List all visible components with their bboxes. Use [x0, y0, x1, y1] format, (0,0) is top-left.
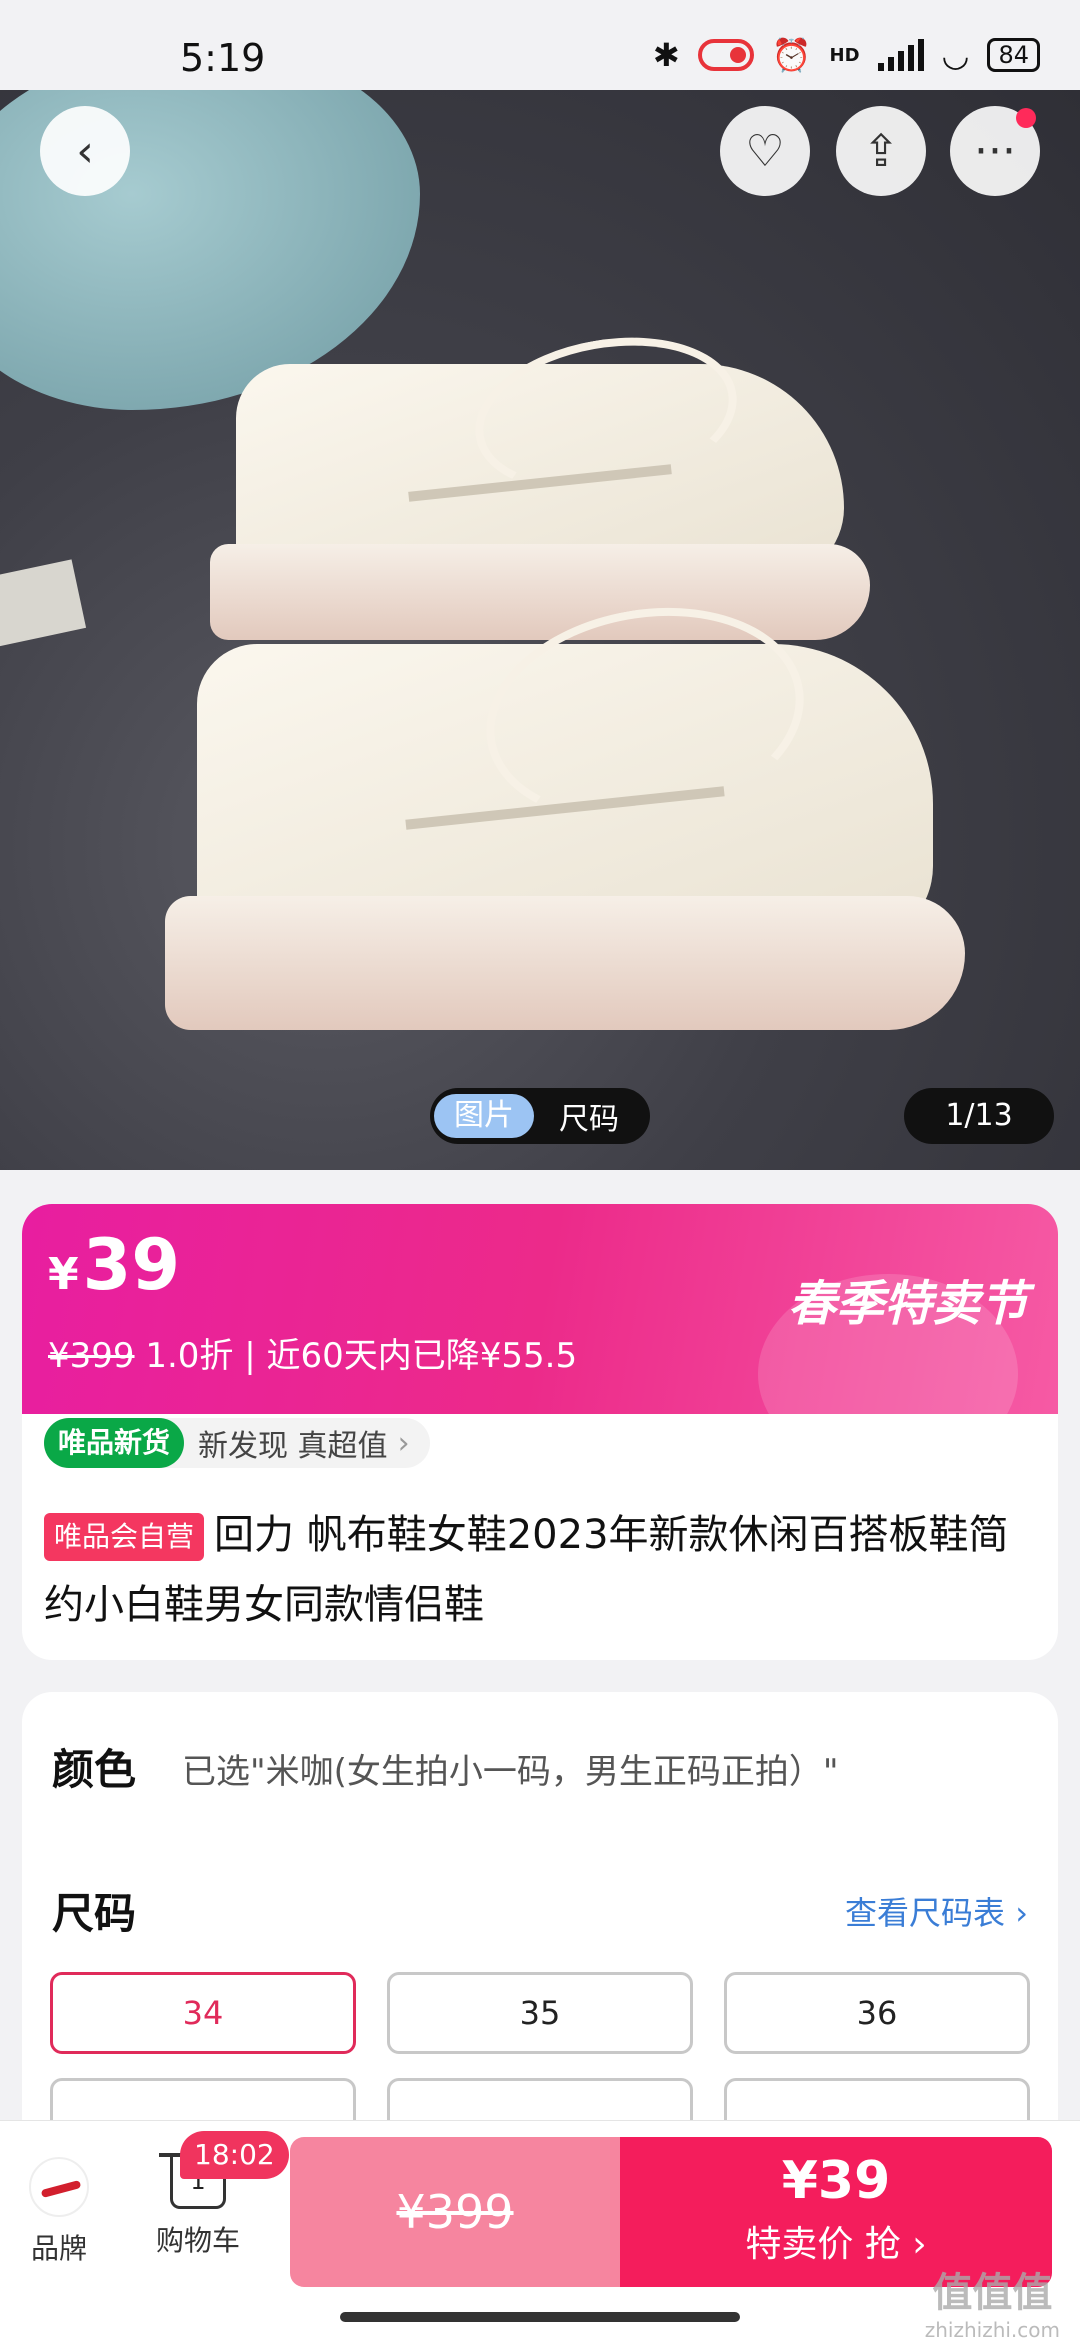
favorite-button[interactable]: ♡ [720, 106, 810, 196]
original-price-button[interactable]: ¥399 [290, 2137, 620, 2287]
more-button[interactable]: ··· [950, 106, 1040, 196]
size-chart-link[interactable]: 查看尺码表 › [845, 1888, 1028, 1934]
brand-label: 品牌 [30, 2232, 87, 2265]
tab-size[interactable]: 尺码 [534, 1094, 644, 1138]
new-goods-badge: 唯品新货 [44, 1418, 185, 1468]
heart-plus-icon: ♡ [745, 125, 785, 177]
watermark-url: zhizhizhi.com [924, 2318, 1060, 2340]
shoe-back [210, 318, 870, 640]
current-price: ¥39 [48, 1224, 181, 1306]
status-icons: ✱ ⏰ HD ◡ 84 [653, 36, 1040, 74]
brand-logo-icon [29, 2157, 89, 2217]
back-button[interactable]: ‹ [40, 106, 130, 196]
product-title: 唯品会自营 回力 帆布鞋女鞋2023年新款休闲百搭板鞋简约小白鞋男女同款情侣鞋 [44, 1500, 1034, 1640]
original-price: ¥399 [48, 1336, 135, 1376]
share-icon: ⇪ [862, 125, 900, 177]
size-label: 尺码 [52, 1889, 137, 1938]
size-option-35[interactable]: 35 [387, 1972, 693, 2054]
status-time: 5:19 [180, 36, 266, 80]
price-detail: ¥399 1.0折 | 近60天内已降¥55.5 [48, 1328, 577, 1377]
color-selected[interactable]: 已选"米咖(女生拍小一码，男生正码正拍）" [182, 1744, 839, 1793]
discount: 1.0折 [145, 1336, 234, 1376]
tab-images[interactable]: 图片 [434, 1094, 534, 1138]
sale-price: ¥39 [781, 2151, 891, 2211]
color-label: 颜色 [52, 1745, 137, 1794]
chevron-right-icon: › [397, 1425, 410, 1461]
home-indicator[interactable] [340, 2312, 740, 2322]
image-counter: 1/13 [904, 1088, 1054, 1144]
size-option-34[interactable]: 34 [50, 1972, 356, 2054]
festival-banner: 春季特卖节 [787, 1276, 1028, 1332]
share-button[interactable]: ⇪ [836, 106, 926, 196]
status-bar: 5:19 ✱ ⏰ HD ◡ 84 [0, 0, 1080, 90]
new-goods-tag[interactable]: 唯品新货 新发现 真超值 › [44, 1418, 430, 1468]
watermark: 值值值 zhizhizhi.com [924, 2270, 1060, 2340]
book-shape [0, 559, 87, 651]
shoe-front [165, 583, 965, 1030]
new-goods-text: 新发现 真超值 [198, 1429, 388, 1464]
screen-record-icon [697, 39, 754, 71]
wifi-icon: ◡ [941, 36, 970, 74]
alarm-icon: ⏰ [771, 36, 812, 74]
ellipsis-icon: ··· [974, 125, 1016, 177]
chevron-left-icon: ‹ [76, 125, 94, 177]
cart-timer-badge: 18:02 [180, 2131, 289, 2179]
price-band: ¥39 ¥399 1.0折 | 近60天内已降¥55.5 春季特卖节 [22, 1204, 1058, 1474]
self-operated-tag: 唯品会自营 [44, 1513, 205, 1561]
brand-button[interactable]: 品牌 [24, 2157, 94, 2267]
hd-label: HD [829, 44, 860, 66]
cart-label: 购物车 [155, 2224, 240, 2257]
bottom-bar: 品牌 1 购物车 18:02 ¥399 ¥39 特卖价 抢 › [0, 2120, 1080, 2340]
product-image[interactable] [0, 90, 1080, 1170]
gallery-tabs: 图片 尺码 [430, 1088, 650, 1144]
size-option-36[interactable]: 36 [724, 1972, 1030, 2054]
price-drop: | 近60天内已降¥55.5 [244, 1336, 578, 1376]
signal-icon [877, 39, 924, 71]
price-card: ¥39 ¥399 1.0折 | 近60天内已降¥55.5 春季特卖节 唯品新货 … [22, 1204, 1058, 1660]
notification-dot [1016, 108, 1036, 128]
battery-icon: 84 [987, 38, 1040, 72]
bluetooth-icon: ✱ [652, 36, 680, 74]
